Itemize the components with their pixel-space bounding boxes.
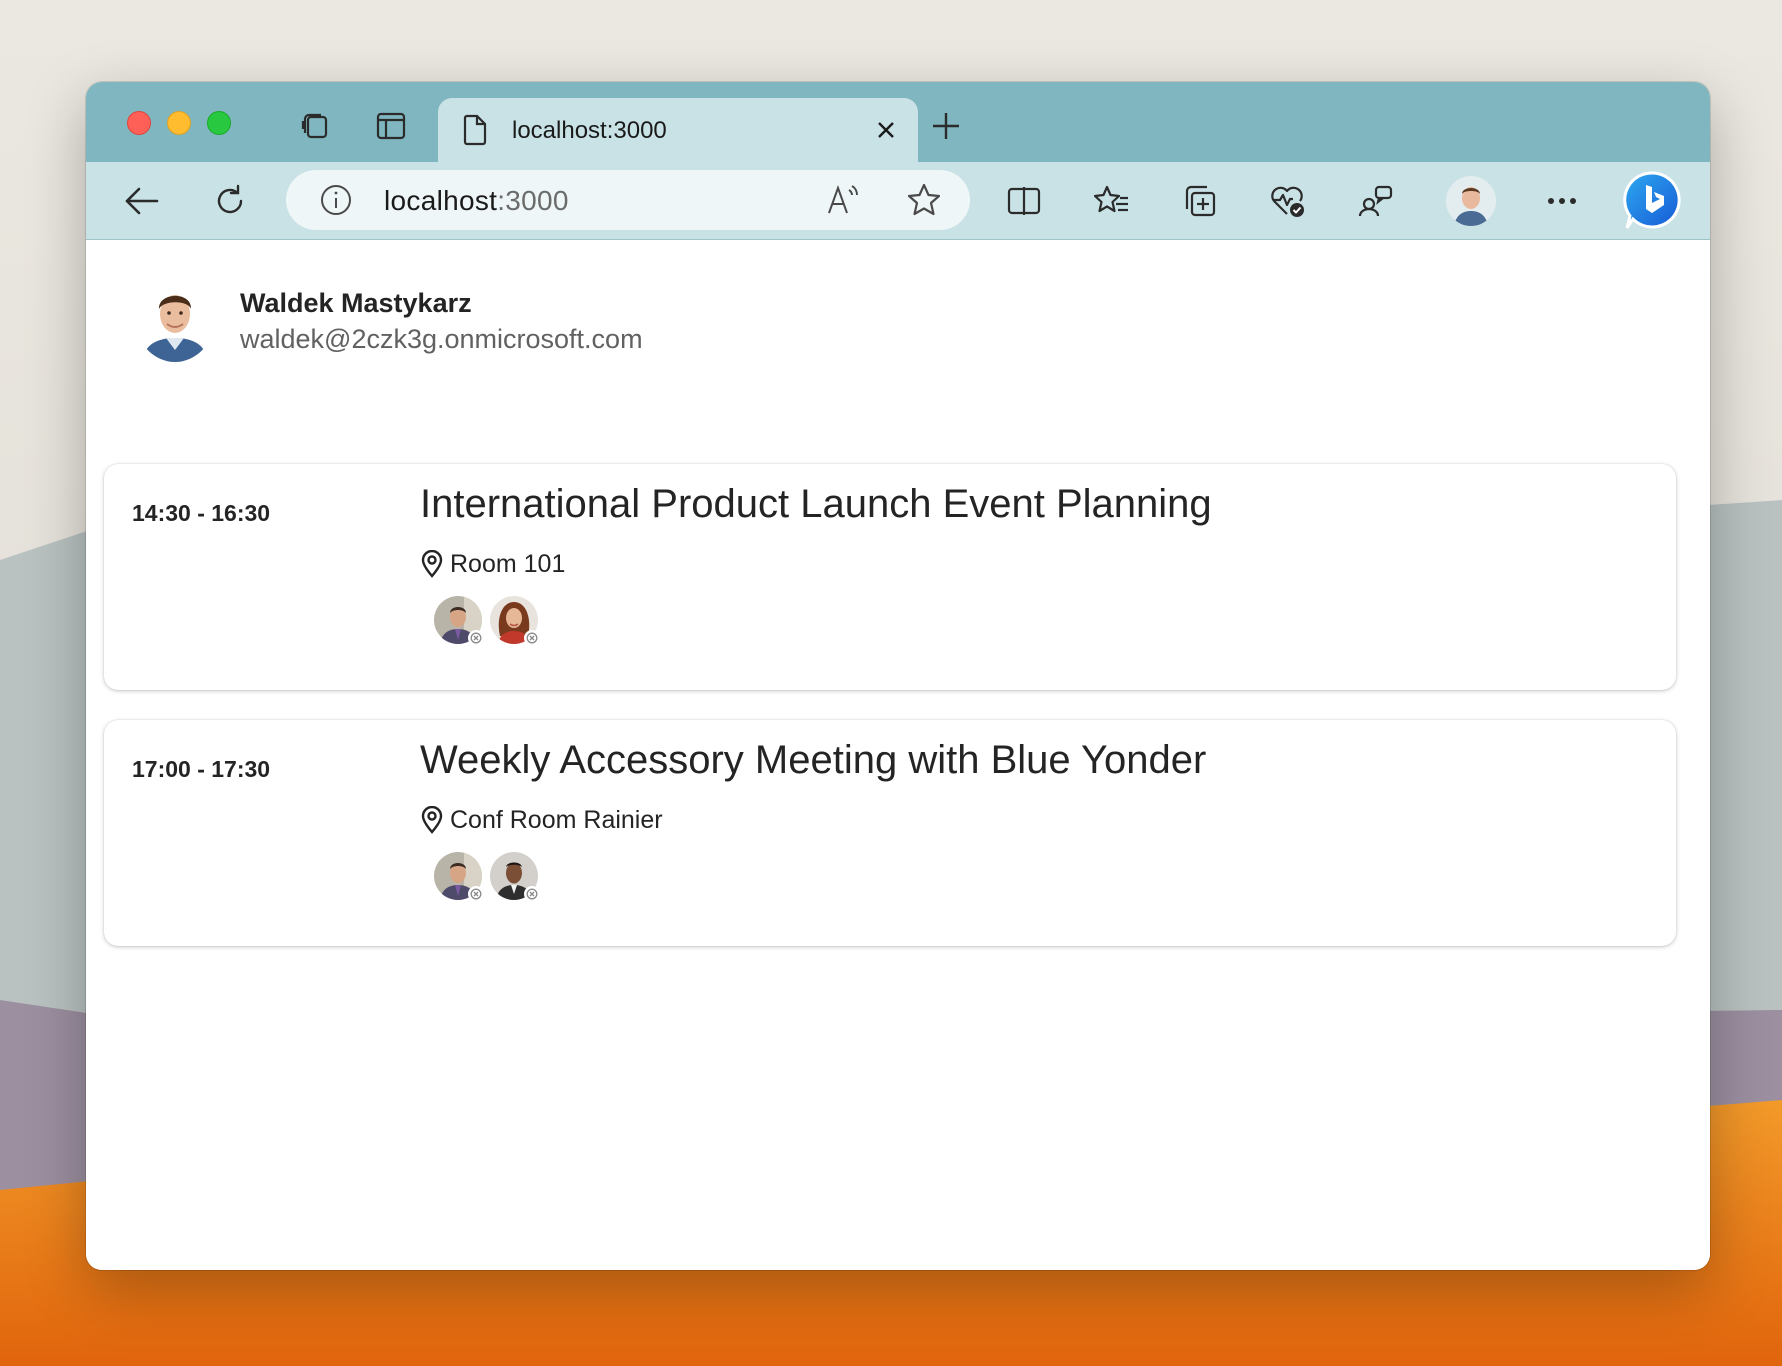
url-port: :3000	[497, 185, 569, 216]
profile-avatar[interactable]	[1446, 176, 1496, 226]
location-pin-icon	[420, 805, 444, 839]
presence-offline-icon	[524, 630, 540, 646]
favorites-icon[interactable]	[1090, 179, 1134, 223]
browser-essentials-icon[interactable]	[1266, 179, 1310, 223]
collections-icon[interactable]	[1178, 179, 1222, 223]
new-tab-icon[interactable]	[928, 108, 964, 144]
event-location: Conf Room Rainier	[450, 806, 663, 834]
split-screen-icon[interactable]	[1002, 179, 1046, 223]
read-aloud-icon[interactable]	[826, 182, 862, 223]
browser-window: localhost:3000 localhost:3000 Waldek Mas…	[86, 82, 1710, 1270]
more-options-icon[interactable]	[1540, 179, 1584, 223]
tab-title: localhost:3000	[512, 117, 667, 144]
minimize-window-button[interactable]	[167, 111, 191, 135]
navigation-toolbar: localhost:3000	[86, 162, 1710, 240]
vertical-tabs-icon[interactable]	[373, 108, 409, 144]
presence-offline-icon	[524, 886, 540, 902]
event-location: Room 101	[450, 550, 566, 578]
site-info-icon[interactable]	[320, 184, 352, 221]
user-name: Waldek Mastykarz	[240, 288, 472, 318]
attendee-avatar[interactable]	[490, 852, 540, 902]
user-photo	[136, 278, 214, 362]
user-email: waldek@2czk3g.onmicrosoft.com	[240, 324, 643, 354]
event-subject: International Product Launch Event Plann…	[420, 482, 1212, 526]
url-host: localhost	[384, 185, 498, 216]
browser-tab[interactable]: localhost:3000	[438, 98, 918, 162]
attendee-avatar[interactable]	[434, 596, 484, 646]
location-pin-icon	[420, 549, 444, 583]
event-time: 17:00 - 17:30	[132, 756, 271, 782]
address-bar[interactable]: localhost:3000	[286, 170, 970, 230]
attendee-avatar[interactable]	[490, 596, 540, 646]
refresh-icon[interactable]	[208, 179, 252, 223]
presence-offline-icon	[468, 630, 484, 646]
event-card[interactable]: 17:00 - 17:30 Weekly Accessory Meeting w…	[104, 720, 1676, 946]
close-tab-icon[interactable]	[870, 114, 902, 146]
presence-offline-icon	[468, 886, 484, 902]
back-icon[interactable]	[120, 179, 164, 223]
extensions-feedback-icon[interactable]	[1354, 179, 1398, 223]
event-card[interactable]: 14:30 - 16:30 International Product Laun…	[104, 464, 1676, 690]
event-time: 14:30 - 16:30	[132, 500, 271, 526]
close-window-button[interactable]	[127, 111, 151, 135]
title-bar: localhost:3000	[86, 82, 1710, 162]
favorite-star-icon[interactable]	[906, 182, 942, 223]
copilot-bing-icon[interactable]	[1622, 170, 1684, 232]
page-icon	[462, 114, 488, 151]
maximize-window-button[interactable]	[207, 111, 231, 135]
page-content: Waldek Mastykarz waldek@2czk3g.onmicroso…	[86, 240, 1710, 1270]
url-text[interactable]: localhost:3000	[384, 185, 569, 217]
attendee-avatar[interactable]	[434, 852, 484, 902]
workspaces-icon[interactable]	[298, 108, 334, 144]
event-subject: Weekly Accessory Meeting with Blue Yonde…	[420, 738, 1207, 782]
